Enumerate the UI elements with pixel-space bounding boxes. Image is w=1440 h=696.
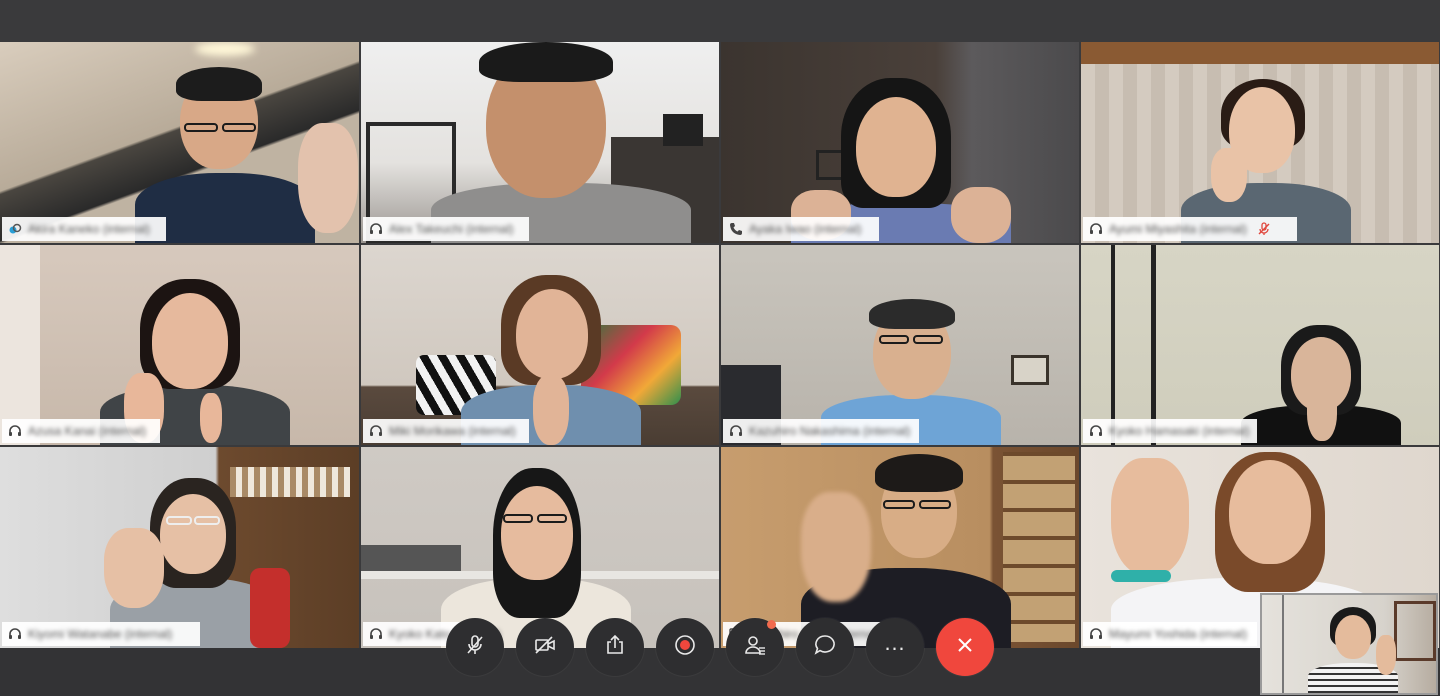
leave-meeting-button[interactable] (936, 618, 994, 676)
participant-name-tag: Ayaka Iwao (internal) (723, 217, 879, 241)
chat-button[interactable] (796, 618, 854, 676)
participant-name-tag: Akira Kaneko (internal) (2, 217, 166, 241)
participant-name: Miki Morikawa (internal) (389, 424, 516, 438)
participant-name: Akira Kaneko (internal) (28, 222, 151, 236)
mic-muted-icon (463, 633, 487, 662)
participant-figure (1241, 325, 1401, 445)
participant-name: Ayaka Iwao (internal) (749, 222, 862, 236)
record-icon (673, 633, 697, 662)
headset-icon (8, 424, 22, 438)
self-figure (1308, 607, 1398, 693)
participant-name-tag: Azusa Kanai (internal) (2, 419, 160, 443)
participant-name-tag: Mayumi Yoshida (internal) (1083, 622, 1257, 646)
video-tile-active-speaker[interactable]: Ayaka Iwao (internal) (721, 42, 1079, 243)
record-button[interactable] (656, 618, 714, 676)
participant-name: Kiyomi Watanabe (internal) (28, 627, 173, 641)
headset-icon (8, 222, 22, 236)
participant-name: Kyoko Hamasaki (internal) (1109, 424, 1250, 438)
headset-icon (8, 627, 22, 641)
video-tile[interactable]: Kyoko Hamasaki (internal) (1081, 245, 1439, 445)
headset-icon (1089, 627, 1103, 641)
video-tile[interactable]: Azusa Kanai (internal) (0, 245, 359, 445)
headset-icon (1089, 424, 1103, 438)
more-options-button[interactable]: … (866, 618, 924, 676)
video-tile[interactable]: Miki Morikawa (internal) (361, 245, 719, 445)
video-button[interactable] (516, 618, 574, 676)
participant-name-tag: Kiyomi Watanabe (internal) (2, 622, 200, 646)
headset-icon (369, 222, 383, 236)
participant-name-tag: Miki Morikawa (internal) (363, 419, 529, 443)
video-tile[interactable]: Akira Kaneko (internal) (0, 42, 359, 243)
participant-figure (431, 42, 691, 243)
mic-muted-icon (1257, 222, 1271, 236)
participants-icon (743, 633, 767, 662)
chat-icon (813, 633, 837, 662)
participant-name: Ayumi Miyashita (internal) (1109, 222, 1247, 236)
headset-icon (729, 424, 743, 438)
video-tile[interactable]: Alex Takeuchi (internal) (361, 42, 719, 243)
participant-name: Mayumi Yoshida (internal) (1109, 627, 1248, 641)
phone-icon (729, 222, 743, 236)
headset-icon (1089, 222, 1103, 236)
participant-name-tag: Ayumi Miyashita (internal) (1083, 217, 1297, 241)
meeting-controls: … (446, 618, 994, 676)
video-tile[interactable]: Kiyomi Watanabe (internal) (0, 447, 359, 648)
participant-name: Azusa Kanai (internal) (28, 424, 147, 438)
participant-name: Kazuhiro Nakashima (internal) (749, 424, 911, 438)
self-view[interactable] (1260, 593, 1438, 695)
top-bar (0, 0, 1440, 42)
participant-name-tag: Kazuhiro Nakashima (internal) (723, 419, 919, 443)
headset-icon (369, 627, 383, 641)
notification-dot (767, 620, 776, 629)
share-button[interactable] (586, 618, 644, 676)
participant-name-tag: Kyoko Hamasaki (internal) (1083, 419, 1257, 443)
video-grid: Akira Kaneko (internal) Alex Takeuchi (i… (0, 42, 1440, 648)
participant-name-tag: Alex Takeuchi (internal) (363, 217, 529, 241)
participant-figure (135, 53, 358, 243)
share-icon (603, 633, 627, 662)
video-tile[interactable]: Ayumi Miyashita (internal) (1081, 42, 1439, 243)
video-off-icon (533, 633, 557, 662)
video-tile[interactable]: Kazuhiro Nakashima (internal) (721, 245, 1079, 445)
close-icon (953, 633, 977, 662)
headset-icon (369, 424, 383, 438)
participants-button[interactable] (726, 618, 784, 676)
participant-figure (100, 261, 290, 445)
mute-button[interactable] (446, 618, 504, 676)
participant-name: Alex Takeuchi (internal) (389, 222, 514, 236)
more-icon: … (883, 630, 907, 655)
participant-figure (791, 42, 1011, 243)
